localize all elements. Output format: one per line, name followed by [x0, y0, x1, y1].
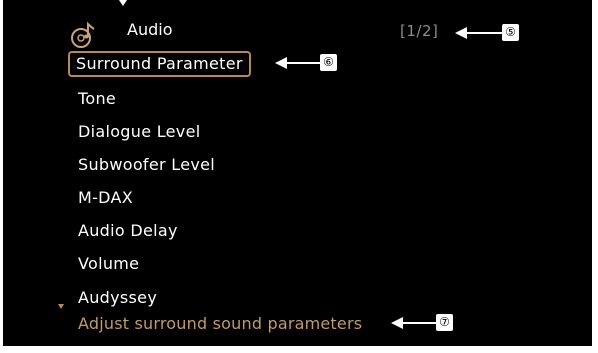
- menu-item-volume[interactable]: Volume: [78, 254, 139, 273]
- callout-arrow-6: [275, 57, 321, 69]
- menu-title: Audio: [127, 20, 173, 39]
- music-note-disc-icon: [71, 21, 95, 48]
- menu-item-audio-delay[interactable]: Audio Delay: [78, 221, 178, 240]
- callout-label-5: ⑤: [502, 24, 519, 41]
- menu-item-m-dax[interactable]: M-DAX: [78, 188, 133, 207]
- scroll-up-arrow-icon: [119, 0, 127, 6]
- menu-screen: Audio [1/2] Surround Parameter Tone Dial…: [3, 0, 592, 346]
- scroll-down-arrow-icon: [58, 304, 64, 309]
- help-text: Adjust surround sound parameters: [78, 314, 363, 333]
- menu-item-surround-parameter[interactable]: Surround Parameter: [68, 51, 251, 77]
- menu-item-dialogue-level[interactable]: Dialogue Level: [78, 122, 200, 141]
- menu-item-audyssey[interactable]: Audyssey: [78, 288, 157, 307]
- callout-label-7: ⑦: [436, 314, 453, 331]
- callout-arrow-7: [391, 317, 437, 329]
- menu-item-subwoofer-level[interactable]: Subwoofer Level: [78, 155, 215, 174]
- callout-arrow-5: [455, 27, 503, 39]
- page-indicator: [1/2]: [400, 22, 439, 40]
- menu-item-tone[interactable]: Tone: [78, 89, 116, 108]
- callout-label-6: ⑥: [320, 54, 337, 71]
